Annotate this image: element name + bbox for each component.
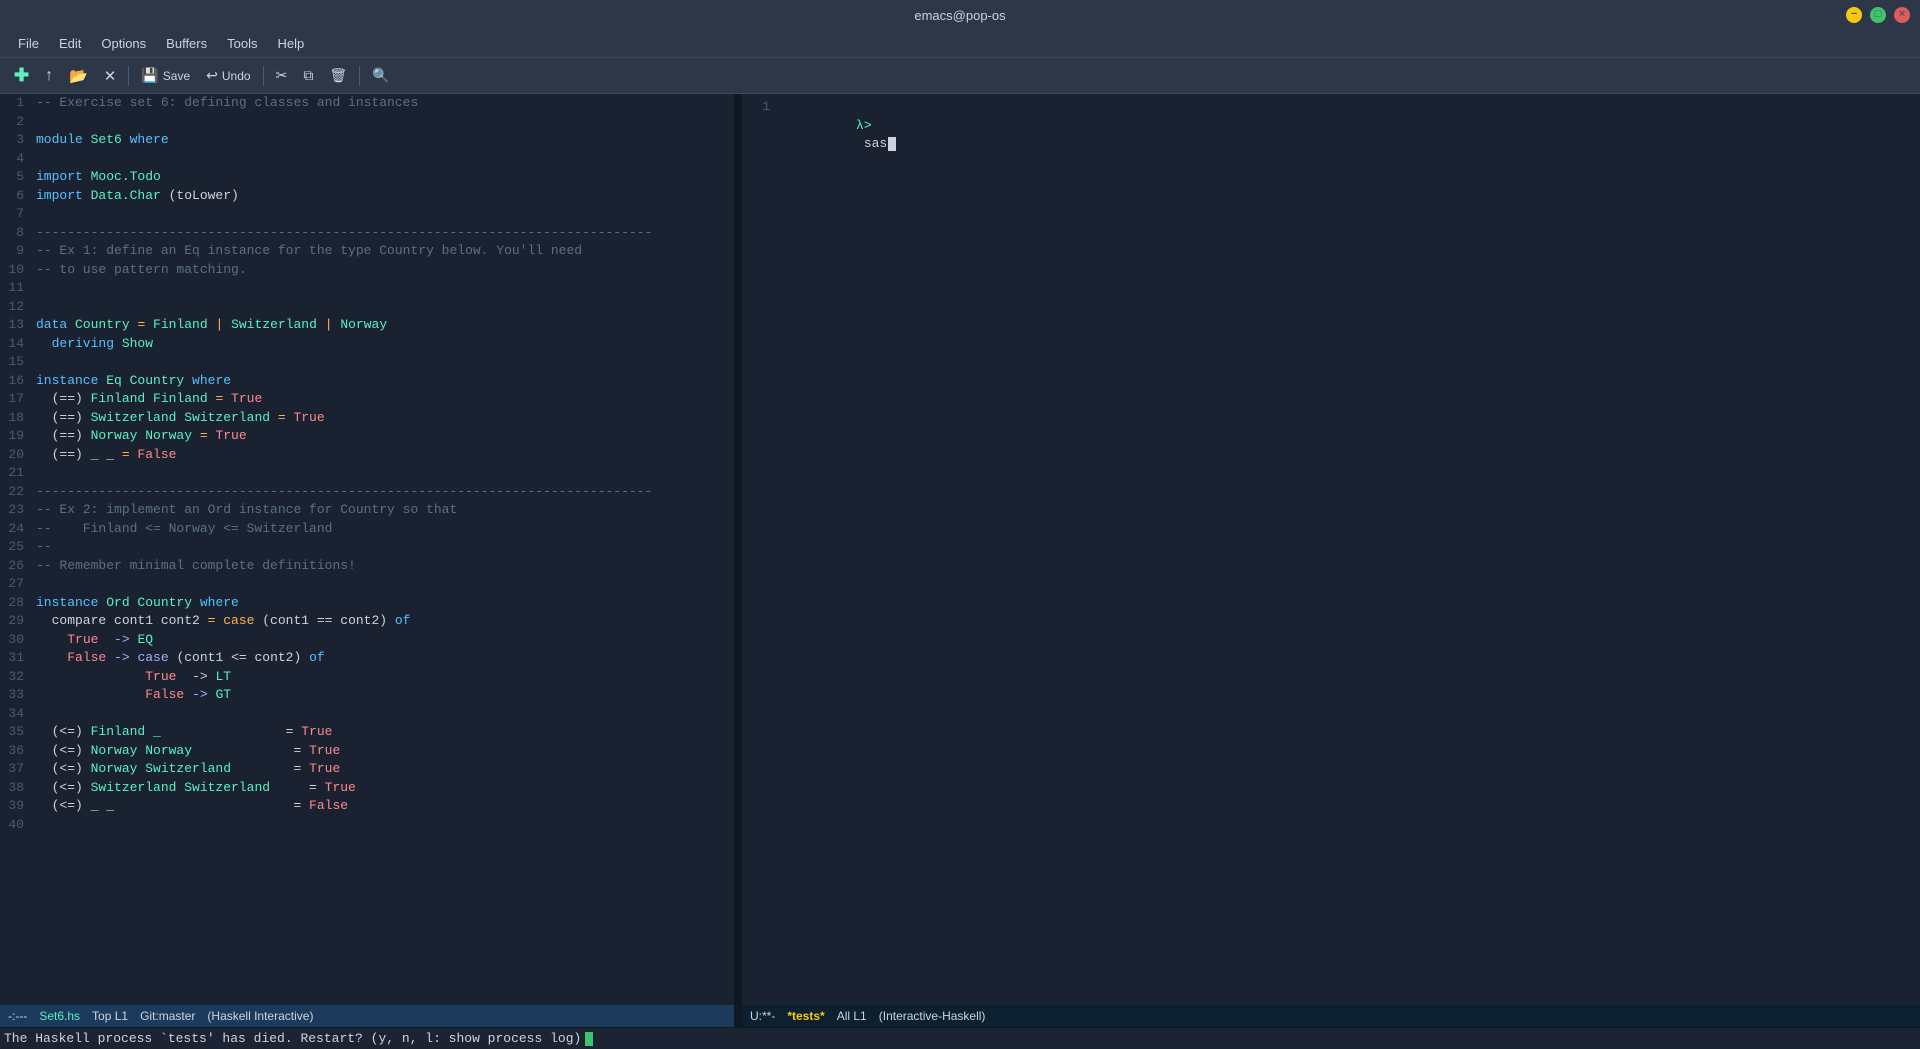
cut-button[interactable]: ✂ — [270, 63, 294, 88]
table-row: 22 -------------------------------------… — [0, 483, 734, 502]
main-area: 1 -- Exercise set 6: defining classes an… — [0, 94, 1920, 1027]
repl-area[interactable]: 1 λ> sas — [742, 94, 1920, 1005]
repl-input: sas — [856, 136, 887, 151]
table-row: 39 (<=) _ _ = False — [0, 797, 734, 816]
menu-file[interactable]: File — [8, 34, 49, 53]
table-row: 37 (<=) Norway Switzerland = True — [0, 760, 734, 779]
repl-buffer-name: *tests* — [787, 1009, 824, 1023]
table-row: 15 — [0, 353, 734, 372]
table-row: 4 — [0, 150, 734, 169]
repl-pane: 1 λ> sas U:**- *tests* All L1 (Interacti… — [742, 94, 1920, 1027]
editor-position: Top L1 — [92, 1009, 128, 1023]
minibuffer-text: The Haskell process `tests' has died. Re… — [4, 1031, 581, 1046]
table-row: 35 (<=) Finland _ = True — [0, 723, 734, 742]
close-buffer-button[interactable]: ✕ — [98, 63, 123, 89]
repl-prompt: λ> — [856, 118, 872, 133]
table-row: 24 -- Finland <= Norway <= Switzerland — [0, 520, 734, 539]
table-row: 34 — [0, 705, 734, 724]
search-button[interactable]: 🔍 — [366, 63, 395, 88]
maximize-button[interactable]: □ — [1870, 7, 1886, 23]
table-row: 29 compare cont1 cont2 = case (cont1 == … — [0, 612, 734, 631]
repl-major-mode: (Interactive-Haskell) — [879, 1009, 986, 1023]
table-row: 20 (==) _ _ = False — [0, 446, 734, 465]
table-row: 27 — [0, 575, 734, 594]
table-row: 9 -- Ex 1: define an Eq instance for the… — [0, 242, 734, 261]
repl-line: 1 λ> sas — [742, 98, 1920, 172]
undo-button[interactable]: ↩Undo — [200, 63, 256, 88]
repl-cursor — [888, 137, 896, 151]
titlebar: emacs@pop-os − □ × — [0, 0, 1920, 30]
table-row: 32 True -> LT — [0, 668, 734, 687]
table-row: 5 import Mooc.Todo — [0, 168, 734, 187]
table-row: 31 False -> case (cont1 <= cont2) of — [0, 649, 734, 668]
toolbar-sep-3 — [359, 66, 360, 86]
open-file-button[interactable]: 📂 — [63, 63, 94, 89]
repl-mode: U:**- — [750, 1009, 775, 1023]
table-row: 13 data Country = Finland | Switzerland … — [0, 316, 734, 335]
toolbar-sep-2 — [263, 66, 264, 86]
table-row: 10 -- to use pattern matching. — [0, 261, 734, 280]
table-row: 30 True -> EQ — [0, 631, 734, 650]
minibuffer: The Haskell process `tests' has died. Re… — [0, 1027, 1920, 1049]
toolbar-sep-1 — [128, 66, 129, 86]
table-row: 14 deriving Show — [0, 335, 734, 354]
paste-button[interactable]: 🗑 — [323, 63, 353, 88]
table-row: 36 (<=) Norway Norway = True — [0, 742, 734, 761]
table-row: 28 instance Ord Country where — [0, 594, 734, 613]
code-area[interactable]: 1 -- Exercise set 6: defining classes an… — [0, 94, 734, 1005]
editor-pane: 1 -- Exercise set 6: defining classes an… — [0, 94, 738, 1027]
editor-major-mode: (Haskell Interactive) — [207, 1009, 313, 1023]
repl-statusbar: U:**- *tests* All L1 (Interactive-Haskel… — [742, 1005, 1920, 1027]
open-recent-button[interactable]: ↑ — [39, 63, 59, 89]
table-row: 19 (==) Norway Norway = True — [0, 427, 734, 446]
menu-buffers[interactable]: Buffers — [156, 34, 217, 53]
table-row: 12 — [0, 298, 734, 317]
menu-help[interactable]: Help — [267, 34, 314, 53]
editor-filename: Set6.hs — [39, 1009, 80, 1023]
table-row: 3 module Set6 where — [0, 131, 734, 150]
minibuffer-cursor — [585, 1032, 593, 1046]
table-row: 16 instance Eq Country where — [0, 372, 734, 391]
table-row: 38 (<=) Switzerland Switzerland = True — [0, 779, 734, 798]
editor-mode: -:--- — [8, 1009, 27, 1023]
table-row: 40 — [0, 816, 734, 835]
code-lines: 1 -- Exercise set 6: defining classes an… — [0, 94, 734, 834]
menubar: File Edit Options Buffers Tools Help — [0, 30, 1920, 58]
repl-position: All L1 — [837, 1009, 867, 1023]
save-button[interactable]: 💾Save — [135, 63, 196, 88]
table-row: 18 (==) Switzerland Switzerland = True — [0, 409, 734, 428]
table-row: 33 False -> GT — [0, 686, 734, 705]
copy-button[interactable]: ⧉ — [297, 63, 319, 88]
table-row: 2 — [0, 113, 734, 132]
table-row: 8 --------------------------------------… — [0, 224, 734, 243]
menu-edit[interactable]: Edit — [49, 34, 91, 53]
close-button[interactable]: × — [1894, 7, 1910, 23]
table-row: 1 -- Exercise set 6: defining classes an… — [0, 94, 734, 113]
new-file-button[interactable]: ✚ — [8, 61, 35, 90]
titlebar-title: emacs@pop-os — [914, 8, 1005, 23]
editor-branch: Git:master — [140, 1009, 195, 1023]
titlebar-controls: − □ × — [1846, 7, 1910, 23]
toolbar: ✚ ↑ 📂 ✕ 💾Save ↩Undo ✂ ⧉ 🗑 🔍 — [0, 58, 1920, 94]
table-row: 6 import Data.Char (toLower) — [0, 187, 734, 206]
editor-statusbar: -:--- Set6.hs Top L1 Git:master (Haskell… — [0, 1005, 734, 1027]
table-row: 23 -- Ex 2: implement an Ord instance fo… — [0, 501, 734, 520]
table-row: 17 (==) Finland Finland = True — [0, 390, 734, 409]
menu-tools[interactable]: Tools — [217, 34, 267, 53]
table-row: 21 — [0, 464, 734, 483]
table-row: 7 — [0, 205, 734, 224]
table-row: 11 — [0, 279, 734, 298]
minimize-button[interactable]: − — [1846, 7, 1862, 23]
menu-options[interactable]: Options — [91, 34, 156, 53]
table-row: 25 -- — [0, 538, 734, 557]
table-row: 26 -- Remember minimal complete definiti… — [0, 557, 734, 576]
